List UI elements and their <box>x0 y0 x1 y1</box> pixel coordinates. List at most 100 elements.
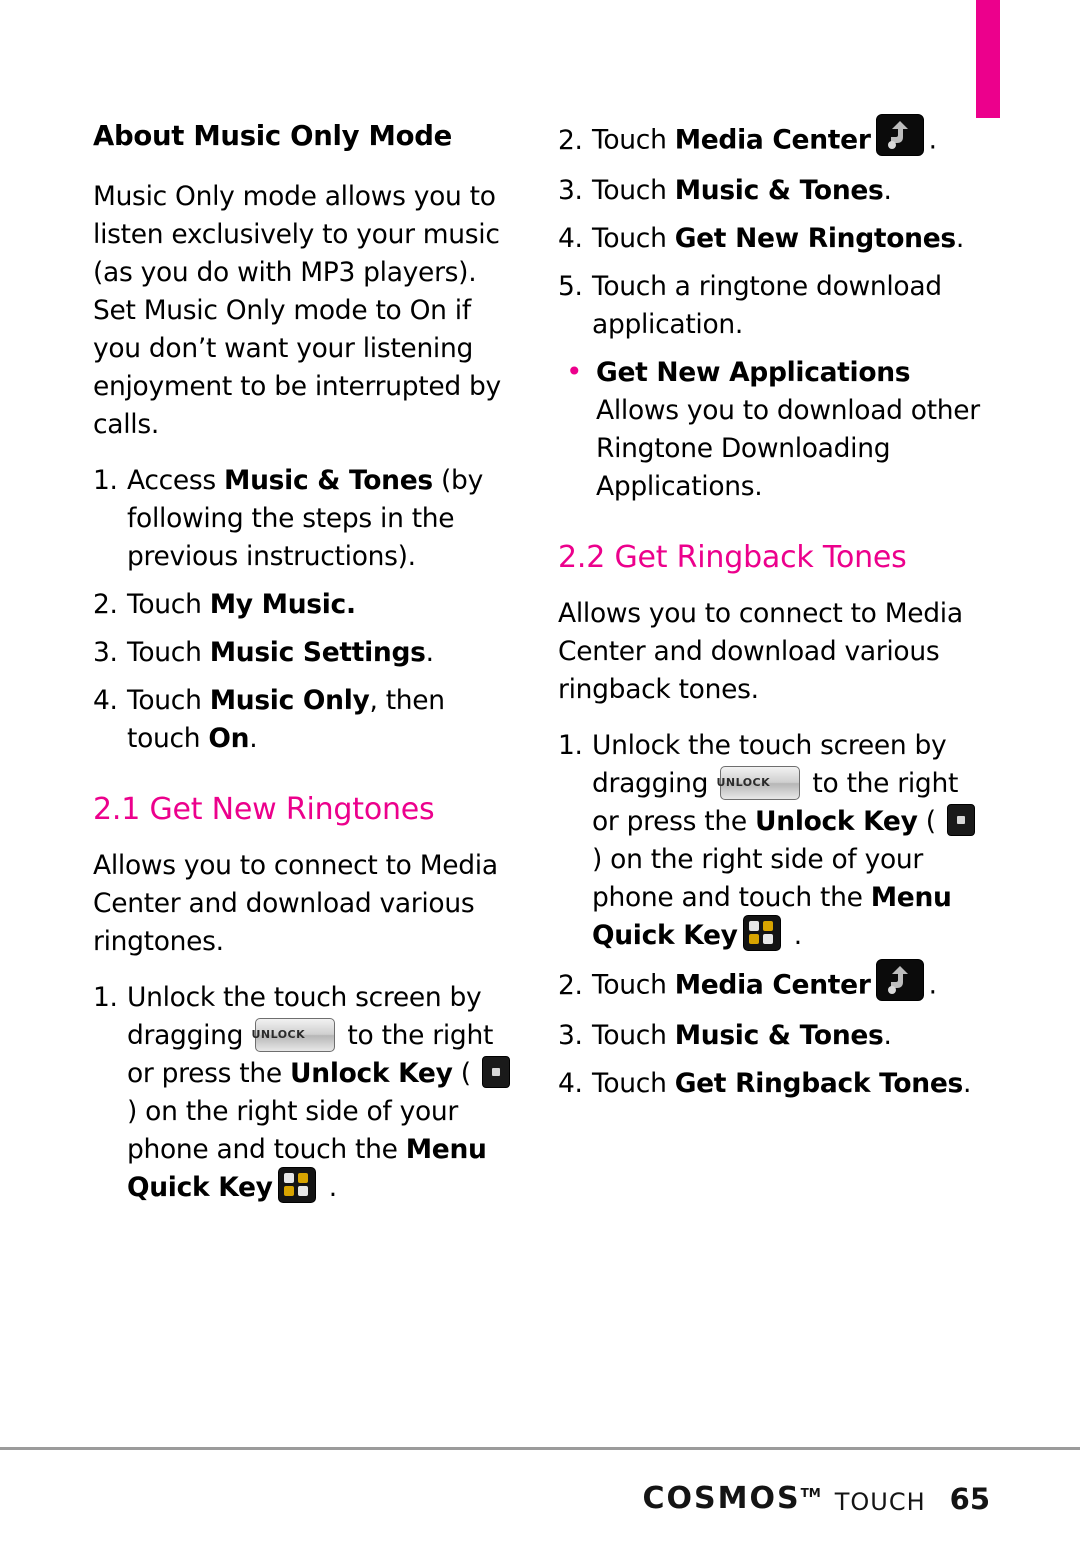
menu-key-dot-3 <box>283 1185 294 1196</box>
list-item: 1. Unlock the touch screen by dragging UN… <box>93 979 523 1207</box>
step-text-pre: Touch <box>592 124 675 156</box>
left-column: About Music Only Mode Music Only mode al… <box>93 120 523 1217</box>
brand-logo: COSMOSTM <box>642 1481 820 1516</box>
media-center-icon <box>875 114 924 156</box>
page-footer: COSMOSTM TOUCH 65 <box>642 1481 990 1516</box>
step-text-post: . <box>883 1020 892 1051</box>
step-text-post: . <box>955 223 964 254</box>
get-new-ringtones-steps: 1. Unlock the touch screen by dragging UN… <box>93 979 523 1207</box>
step-text-post: . <box>928 969 937 1001</box>
unlock-key-icon <box>481 1055 510 1088</box>
step-text-post-2: . <box>249 723 258 754</box>
unlock-slider-icon: UNLOCK <box>716 765 801 800</box>
step-text-pre: Touch <box>592 969 675 1001</box>
list-item: Get New Applications Allows you to downl… <box>558 353 988 506</box>
manual-page: About Music Only Mode Music Only mode al… <box>0 0 1080 1552</box>
step-text-bold: Music Only <box>209 685 370 716</box>
unlock-key-bold: Unlock Key <box>290 1058 453 1089</box>
page-number: 65 <box>949 1482 990 1516</box>
list-item: 3. Touch Music & Tones. <box>558 172 988 210</box>
menu-key-dot-2 <box>297 1172 308 1183</box>
step-text-post: . <box>883 175 892 206</box>
section-title-get-ringback-tones: 2.2 Get Ringback Tones <box>558 540 907 575</box>
step-text-bold: Music & Tones <box>674 175 884 206</box>
step-text-post: . <box>963 1068 972 1099</box>
unlock-key-dot <box>491 1067 500 1076</box>
step-number: 2. <box>93 589 118 620</box>
step-number: 3. <box>93 637 118 668</box>
unlock-slider-icon: UNLOCK <box>251 1017 336 1052</box>
list-item: 4. Touch Get Ringback Tones. <box>558 1065 988 1103</box>
step-number: 5. <box>558 271 583 302</box>
list-item: 3. Touch Music Settings. <box>93 634 523 672</box>
brand-name: COSMOS <box>642 1481 801 1516</box>
footer-divider <box>0 1447 1080 1450</box>
step-text-pre: Access <box>127 465 225 496</box>
step-text-pre: Touch <box>127 685 210 716</box>
step-number: 4. <box>93 685 118 716</box>
unlock-slider-label: UNLOCK <box>716 775 771 789</box>
step-number: 1. <box>93 465 118 496</box>
step-text-bold: Music & Tones <box>224 465 433 496</box>
menu-key-dot-1 <box>748 920 759 931</box>
step-text-3: ( <box>917 806 944 837</box>
step-number: 4. <box>558 1068 583 1099</box>
list-item: 4. Touch Get New Ringtones. <box>558 220 988 258</box>
get-ringback-tones-steps: 1. Unlock the touch screen by dragging UN… <box>558 727 988 1103</box>
step-number: 2. <box>558 124 583 156</box>
step-text-bold: Get Ringback Tones <box>674 1068 964 1099</box>
unlock-slider-label: UNLOCK <box>251 1027 306 1041</box>
step-text-5: . <box>320 1172 337 1203</box>
step-text-bold: Music Settings <box>209 637 426 668</box>
step-number: 1. <box>93 982 118 1013</box>
step-text-bold-2: On <box>208 723 250 754</box>
about-music-only-mode-intro: Music Only mode allows you to listen exc… <box>93 181 501 440</box>
media-center-icon <box>875 959 924 1001</box>
media-center-glyph <box>887 121 908 149</box>
unlock-key-bold: Unlock Key <box>755 806 918 837</box>
page-edge-tab <box>976 0 1000 118</box>
step-text-pre: Touch <box>592 175 675 206</box>
unlock-key-icon <box>946 803 975 836</box>
step-text-pre: Touch <box>592 1068 675 1099</box>
step-text-bold: My Music. <box>209 589 356 620</box>
menu-quick-key-icon <box>277 1166 316 1203</box>
step-text-bold: Music & Tones <box>674 1020 884 1051</box>
step-text-pre: Touch <box>592 1020 675 1051</box>
about-music-only-mode-heading: About Music Only Mode <box>93 120 452 152</box>
section-title-get-new-ringtones: 2.1 Get New Ringtones <box>93 792 435 827</box>
get-new-ringtones-steps-continued: 2. Touch Media Center. 3. Touch Music & To… <box>558 114 988 344</box>
list-item: 2. Touch My Music. <box>93 586 523 624</box>
bullet-bold: Get New Applications <box>596 357 911 388</box>
step-text-bold: Get New Ringtones <box>674 223 956 254</box>
step-text-5: . <box>785 920 802 951</box>
step-text-bold: Media Center <box>674 124 871 156</box>
brand-trademark: TM <box>800 1486 821 1500</box>
step-number: 1. <box>558 730 583 761</box>
bullet-text: Allows you to download other Ringtone Do… <box>596 395 980 502</box>
menu-key-dot-4 <box>297 1185 308 1196</box>
get-new-applications-bullet-list: Get New Applications Allows you to downl… <box>558 353 988 506</box>
menu-key-dot-3 <box>748 933 759 944</box>
brand-suffix: TOUCH <box>834 1488 926 1516</box>
music-only-steps: 1. Access Music & Tones (by following the… <box>93 462 523 758</box>
list-item: 3. Touch Music & Tones. <box>558 1017 988 1055</box>
step-number: 4. <box>558 223 583 254</box>
step-number: 2. <box>558 969 583 1001</box>
menu-key-dot-2 <box>762 920 773 931</box>
step-text-pre: Touch <box>592 223 675 254</box>
menu-quick-key-icon <box>742 914 781 951</box>
step-text-post: . <box>425 637 434 668</box>
menu-key-dot-1 <box>283 1172 294 1183</box>
menu-key-dot-4 <box>762 933 773 944</box>
step-text-bold: Media Center <box>674 969 871 1001</box>
get-new-ringtones-intro: Allows you to connect to Media Center an… <box>93 850 498 957</box>
right-column: 2. Touch Media Center. 3. Touch Music & To… <box>558 114 988 1113</box>
list-item: 5. Touch a ringtone download application. <box>558 268 988 344</box>
step-text-pre: Touch <box>127 637 210 668</box>
list-item: 4. Touch Music Only, then touch On. <box>93 682 523 758</box>
unlock-key-dot <box>956 815 965 824</box>
step-text-pre: Touch a ringtone download application. <box>592 271 942 340</box>
step-text-3: ( <box>452 1058 479 1089</box>
step-text-post: . <box>928 124 937 156</box>
